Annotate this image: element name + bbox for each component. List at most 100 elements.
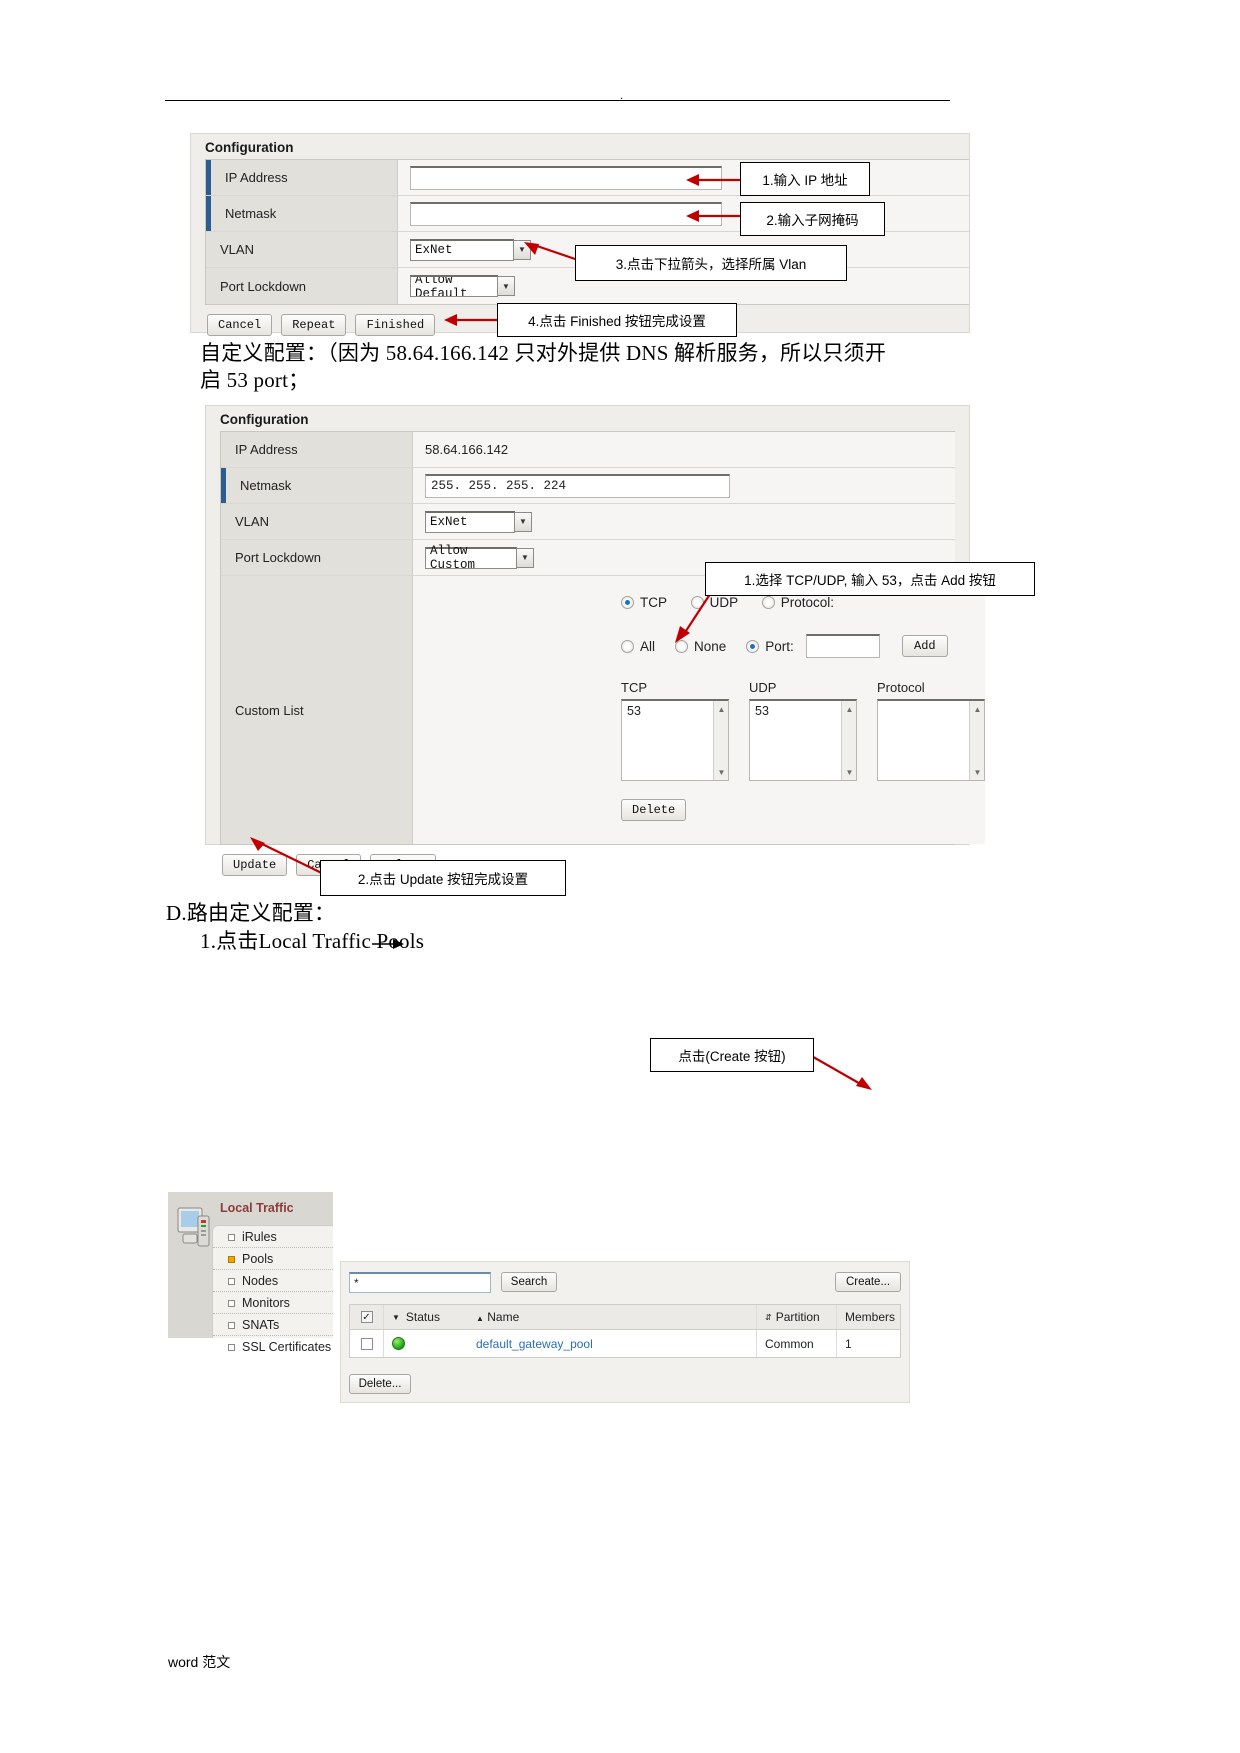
port-radio[interactable] [746, 639, 760, 653]
sort-icon: ⇵ [765, 1312, 772, 1322]
vlan-select[interactable]: ExNet [410, 238, 514, 261]
port-lockdown-select[interactable]: Allow Custom [425, 544, 517, 572]
sidebar-item-label: SNATs [242, 1318, 280, 1332]
bullet-icon [228, 1321, 235, 1329]
column-members-label: Members [845, 1310, 896, 1324]
repeat-button[interactable]: Repeat [281, 314, 347, 336]
delete-pools-button[interactable]: Delete... [349, 1374, 411, 1394]
table-header-row: ▼ Status ▲ Name ⇵ Partition Members [350, 1305, 900, 1330]
device-icon [177, 1207, 210, 1247]
sidebar-item-irules[interactable]: iRules [213, 1226, 333, 1248]
column-partition-label: Partition [775, 1310, 820, 1324]
protocol-radio-label: Protocol: [780, 595, 835, 611]
panel-title: Configuration [220, 412, 309, 427]
tcp-list[interactable]: 53 ▲ ▼ [621, 699, 729, 782]
scrollbar[interactable]: ▲ ▼ [713, 701, 728, 781]
finished-button[interactable]: Finished [355, 314, 436, 336]
vlan-select[interactable]: ExNet [425, 510, 515, 533]
port-lockdown-select-value: Allow Default [415, 275, 468, 297]
bullet-icon-active [228, 1255, 235, 1263]
column-status-label: Status [405, 1310, 440, 1324]
ip-address-label: IP Address [206, 160, 398, 195]
ip-address-input[interactable] [410, 165, 722, 190]
table-row: VLAN ExNet ▼ [221, 504, 955, 540]
scroll-up-icon[interactable]: ▲ [844, 704, 855, 714]
vlan-cell: ExNet ▼ [413, 504, 955, 539]
all-radio-label: All [640, 638, 656, 654]
tcp-radio[interactable] [621, 596, 634, 610]
scrollbar[interactable]: ▲ ▼ [969, 701, 984, 781]
callout-4: 4.点击 Finished 按钮完成设置 [497, 303, 737, 337]
search-button[interactable]: Search [501, 1272, 557, 1292]
chevron-down-icon[interactable]: ▼ [497, 276, 515, 296]
scroll-down-icon[interactable]: ▼ [972, 767, 983, 777]
netmask-input[interactable]: 255. 255. 255. 224 [425, 473, 730, 498]
chevron-down-icon[interactable]: ▼ [516, 547, 534, 568]
netmask-label: Netmask [206, 196, 398, 231]
row-name-cell: default_gateway_pool [468, 1337, 756, 1351]
sidebar-item-snats[interactable]: SNATs [213, 1314, 333, 1336]
vlan-select-value: ExNet [430, 515, 468, 529]
ip-address-value: 58.64.166.142 [413, 432, 955, 467]
callout-arrow-4 [444, 314, 500, 326]
sidebar-item-pools[interactable]: Pools [213, 1248, 333, 1270]
cancel-button[interactable]: Cancel [207, 314, 273, 336]
select-all-checkbox[interactable] [360, 1311, 373, 1323]
port-input[interactable] [805, 634, 880, 659]
sidebar-item-ssl-certificates[interactable]: SSL Certificates [213, 1336, 333, 1357]
callout-arrow-1 [686, 174, 746, 186]
add-button[interactable]: Add [901, 635, 948, 658]
create-button[interactable]: Create... [835, 1272, 901, 1292]
scroll-up-icon[interactable]: ▲ [716, 704, 727, 714]
sidebar-item-label: Nodes [242, 1274, 279, 1288]
port-lockdown-select[interactable]: Allow Default [410, 275, 498, 297]
bullet-icon [228, 1299, 235, 1307]
scroll-up-icon[interactable]: ▲ [972, 704, 983, 714]
all-radio[interactable] [621, 639, 634, 653]
port-radio-label: Port: [765, 638, 794, 654]
pools-panel: * Search Create... ▼ Status ▲ Name ⇵ Par… [340, 1261, 910, 1403]
sidebar-item-label: Monitors [242, 1296, 290, 1310]
custom-list-delete-wrap: Delete [413, 799, 695, 822]
callout-arrow-3 [524, 242, 579, 262]
scrollbar[interactable]: ▲ ▼ [841, 701, 856, 781]
column-name[interactable]: ▲ Name [468, 1310, 756, 1324]
paragraph-line-1: 自定义配置：（因为 58.64.166.142 只对外提供 DNS 解析服务，所… [200, 341, 887, 365]
column-name-label: Name [487, 1310, 520, 1324]
custom-list-label: Custom List [221, 576, 413, 844]
udp-list[interactable]: 53 ▲ ▼ [749, 699, 857, 782]
row-select-cell[interactable] [350, 1330, 384, 1357]
filter-caret-icon[interactable]: ▼ [392, 1313, 400, 1322]
column-status[interactable]: ▼ Status [384, 1310, 468, 1324]
row-partition-cell: Common [756, 1330, 836, 1357]
column-members[interactable]: Members [836, 1305, 900, 1329]
sidebar-item-monitors[interactable]: Monitors [213, 1292, 333, 1314]
row-checkbox[interactable] [360, 1337, 373, 1350]
vlan-select-value: ExNet [415, 243, 453, 257]
custom-list-delete-button[interactable]: Delete [621, 799, 687, 822]
panel-title: Configuration [205, 140, 294, 155]
bullet-icon [228, 1233, 235, 1241]
scroll-down-icon[interactable]: ▼ [844, 767, 855, 777]
table-row[interactable]: default_gateway_pool Common 1 [350, 1330, 900, 1357]
chevron-down-icon[interactable]: ▼ [514, 511, 532, 532]
config-table-2: IP Address 58.64.166.142 Netmask 255. 25… [220, 431, 985, 845]
protocol-radio[interactable] [761, 596, 775, 610]
protocol-list[interactable]: ▲ ▼ [877, 699, 985, 782]
scroll-down-icon[interactable]: ▼ [716, 767, 727, 777]
sidebar-item-nodes[interactable]: Nodes [213, 1270, 333, 1292]
select-all-cell[interactable] [350, 1305, 384, 1329]
netmask-input[interactable] [410, 201, 722, 226]
callout-arrow-2 [686, 210, 746, 222]
column-partition[interactable]: ⇵ Partition [756, 1305, 836, 1329]
port-lockdown-label: Port Lockdown [206, 268, 398, 304]
page-footer: word 范文 [168, 1652, 230, 1672]
callout-1: 1.输入 IP 地址 [740, 162, 870, 196]
sort-asc-icon: ▲ [476, 1314, 484, 1323]
pool-name-link[interactable]: default_gateway_pool [476, 1337, 593, 1351]
sidebar-item-label: iRules [242, 1230, 277, 1244]
row-members-cell: 1 [836, 1330, 900, 1357]
search-input[interactable]: * [349, 1272, 491, 1293]
udp-list-header: UDP [749, 680, 777, 696]
header-divider [165, 100, 950, 101]
